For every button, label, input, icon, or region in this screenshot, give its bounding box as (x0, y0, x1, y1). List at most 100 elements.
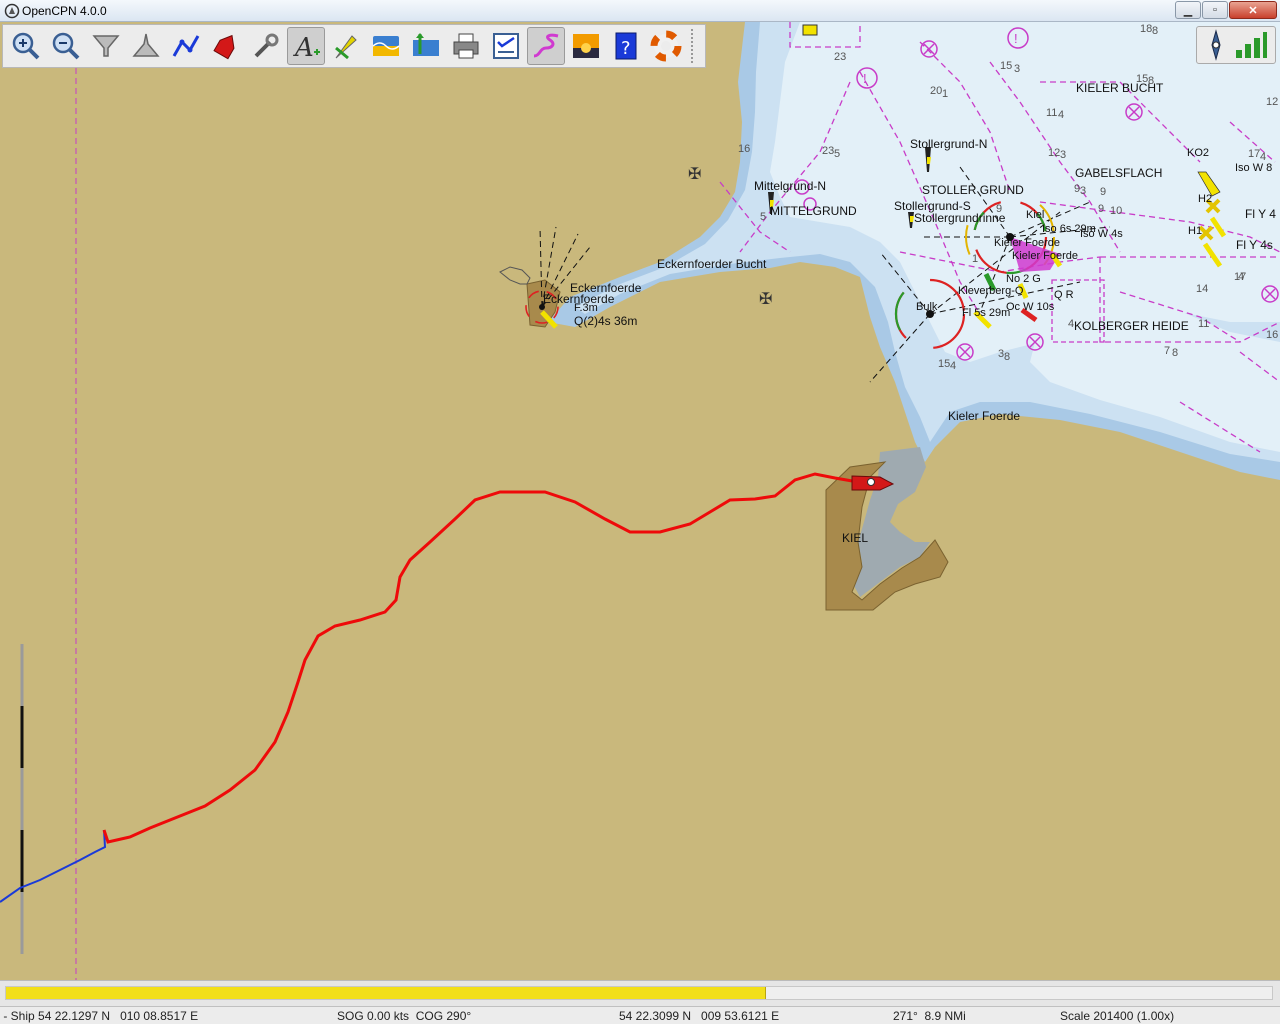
gps-status-toolbar[interactable] (1196, 26, 1276, 64)
svg-text:12: 12 (1266, 96, 1278, 108)
zoom-out-icon (52, 32, 80, 60)
help-icon: ? (615, 32, 637, 60)
svg-text:14: 14 (1196, 283, 1208, 295)
label-mittelgrund: MITTELGRUND (770, 204, 857, 218)
title-bar: OpenCPN 4.0.0 ▁ ▫ ✕ (0, 0, 1280, 22)
label-kieler-foerde-2: Kieler Foerde (1012, 250, 1078, 262)
label-stoller-grund: STOLLER GRUND (922, 183, 1024, 197)
svg-text:15: 15 (1000, 60, 1012, 72)
svg-text:5: 5 (760, 211, 766, 223)
route-button[interactable] (167, 27, 205, 65)
text-icon: A (293, 33, 320, 62)
tide-height-icon (413, 33, 439, 56)
nautical-chart-canvas[interactable]: ! ! ✠ ✠ 18 8 15 3 20 1 15 8 11 4 23 5 12… (0, 22, 1280, 980)
svg-text:15: 15 (938, 358, 950, 370)
scale-out-button[interactable] (127, 27, 165, 65)
svg-text:18: 18 (1140, 23, 1152, 35)
zoom-in-icon (12, 32, 40, 60)
label-gabelsflach: GABELSFLACH (1075, 166, 1162, 180)
label-eckern-light: F.3m (574, 302, 598, 314)
svg-text:7: 7 (1164, 345, 1170, 357)
zoom-in-button[interactable] (7, 27, 45, 65)
label-eckern-light-char: Q(2)4s 36m (574, 314, 637, 328)
svg-text:8: 8 (1152, 25, 1158, 37)
man-overboard-button[interactable] (647, 27, 685, 65)
label-qr: Q R (1054, 289, 1074, 301)
print-button[interactable] (447, 27, 485, 65)
help-button[interactable]: ? (607, 27, 645, 65)
label-no2g: No 2 G (1006, 273, 1041, 285)
svg-text:!: ! (1014, 31, 1018, 46)
svg-text:9: 9 (1098, 203, 1104, 215)
zoom-out-button[interactable] (47, 27, 85, 65)
label-h1: H1 (1188, 225, 1202, 237)
label-bulk: Bulk (916, 301, 938, 313)
maximize-button[interactable]: ▫ (1202, 1, 1228, 19)
progress-fill (6, 987, 766, 999)
funnel-down-icon (92, 35, 120, 57)
label-bulk-char: Fl 5s 29m (962, 307, 1010, 319)
wrench-icon (254, 33, 279, 58)
toolbar-grip[interactable] (691, 29, 697, 63)
label-stollergrundrinne: Stollergrundrinne (914, 211, 1006, 225)
svg-text:4: 4 (950, 360, 956, 372)
label-kieler-bucht: KIELER BUCHT (1076, 81, 1164, 95)
sunset-icon (573, 34, 599, 58)
route-manager-button[interactable] (487, 27, 525, 65)
svg-text:16: 16 (738, 143, 750, 155)
svg-text:3: 3 (1060, 149, 1066, 161)
scale-in-button[interactable] (87, 27, 125, 65)
svg-text:A: A (293, 33, 314, 62)
window-title: OpenCPN 4.0.0 (22, 4, 107, 18)
svg-text:23: 23 (822, 145, 834, 157)
text-toggle-button[interactable]: A (287, 27, 325, 65)
tides-button[interactable] (367, 27, 405, 65)
svg-text:17: 17 (1248, 148, 1260, 160)
svg-text:20: 20 (930, 85, 942, 97)
close-button[interactable]: ✕ (1229, 1, 1277, 19)
svg-text:1: 1 (972, 253, 978, 265)
label-stollergrund-n: Stollergrund-N (910, 137, 987, 151)
svg-text:5: 5 (834, 148, 840, 160)
quilt-button[interactable] (407, 27, 445, 65)
progress-area (0, 980, 1280, 1006)
follow-ship-button[interactable] (207, 27, 245, 65)
chart-scale: Scale 201400 (1.00x) (1060, 1009, 1175, 1023)
svg-text:11: 11 (1198, 318, 1209, 330)
label-kiel-light: Kiel (1026, 209, 1044, 221)
track-button[interactable] (527, 27, 565, 65)
chart-svg[interactable]: ! ! ✠ ✠ 18 8 15 3 20 1 15 8 11 4 23 5 12… (0, 22, 1280, 980)
settings-button[interactable] (247, 27, 285, 65)
svg-text:23: 23 (834, 51, 846, 63)
compass-icon (1211, 29, 1221, 61)
svg-text:12: 12 (1048, 147, 1060, 159)
svg-text:✠: ✠ (688, 166, 701, 183)
svg-text:11: 11 (1046, 107, 1057, 119)
svg-text:!: ! (863, 71, 867, 86)
printer-icon (453, 33, 479, 59)
label-h2: H2 (1198, 193, 1212, 205)
track-icon (533, 33, 559, 58)
label-ko2: KO2 (1187, 147, 1209, 159)
status-bar: - Ship 54 22.1297 N 010 08.8517 E SOG 0.… (0, 1006, 1280, 1024)
current-icon (335, 35, 357, 60)
svg-text:8: 8 (1172, 347, 1178, 359)
label-fl-y-4s: Fl Y 4s (1236, 238, 1273, 252)
svg-text:?: ? (621, 38, 631, 59)
label-kleverberg: Kleverberg-O (958, 285, 1024, 297)
minimize-button[interactable]: ▁ (1175, 1, 1201, 19)
svg-text:9: 9 (1100, 186, 1106, 198)
svg-text:3: 3 (1080, 185, 1086, 197)
bearing-distance: 271° 8.9 NMi (893, 1009, 966, 1023)
label-kolberger-heide: KOLBERGER HEIDE (1074, 319, 1189, 333)
currents-button[interactable] (327, 27, 365, 65)
checklist-icon (493, 33, 519, 59)
color-scheme-button[interactable] (567, 27, 605, 65)
label-iso-w-4s: Iso W 4s (1080, 228, 1123, 240)
svg-text:✠: ✠ (759, 291, 772, 308)
label-kieler-foerde-light: Kieler Foerde (994, 237, 1060, 249)
ship-icon (213, 34, 235, 60)
ship-position: - Ship 54 22.1297 N 010 08.8517 E (0, 1009, 199, 1023)
funnel-up-icon (132, 33, 160, 57)
svg-text:1: 1 (942, 88, 948, 100)
